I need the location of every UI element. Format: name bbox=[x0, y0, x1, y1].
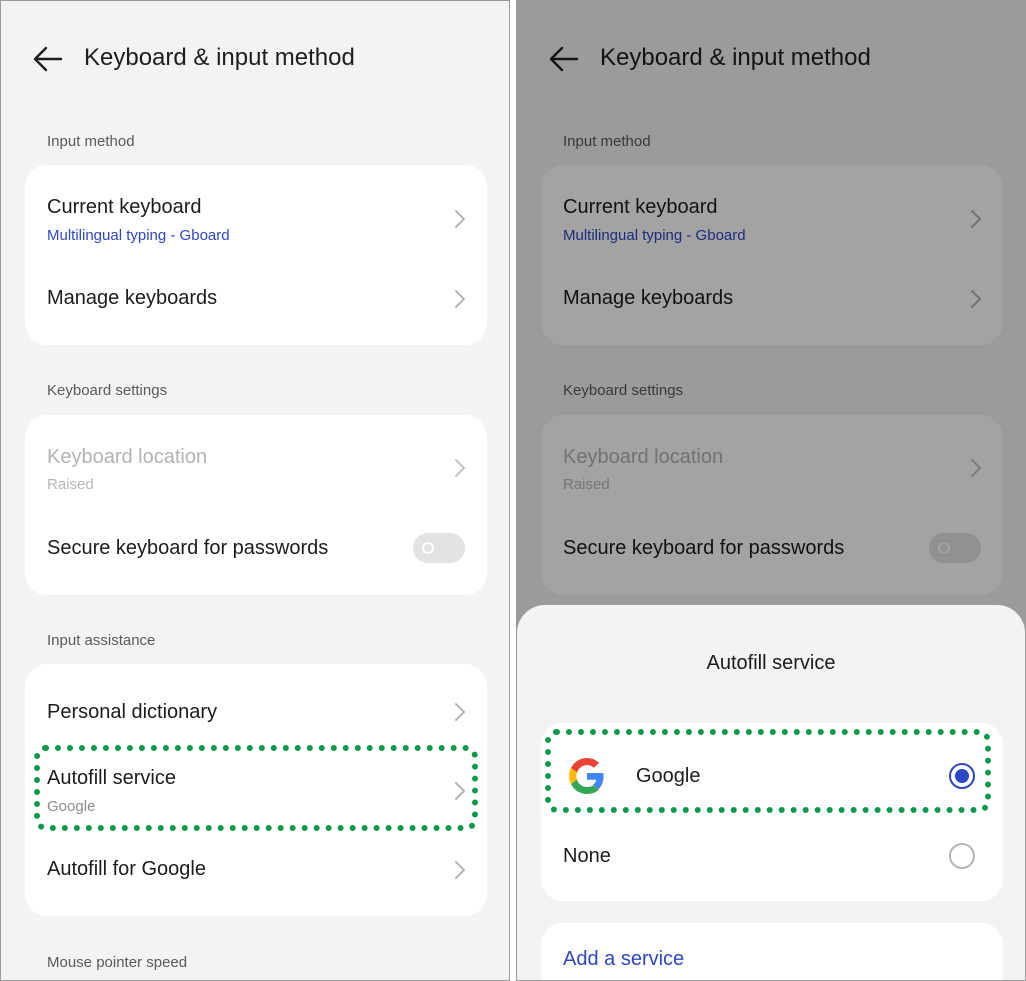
section-label-mouse-pointer: Mouse pointer speed bbox=[47, 954, 188, 971]
manage-keyboards-label: Manage keyboards bbox=[47, 287, 218, 309]
chevron-right-icon bbox=[455, 290, 465, 308]
settings-screen: Keyboard & input method Input method Cur… bbox=[0, 0, 510, 981]
back-arrow-icon[interactable] bbox=[33, 46, 63, 72]
current-keyboard-item[interactable]: Current keyboard Multilingual typing - G… bbox=[25, 165, 487, 261]
chevron-right-icon bbox=[455, 703, 465, 721]
autofill-service-item[interactable]: Autofill service Google bbox=[25, 746, 487, 832]
secure-keyboard-item: Secure keyboard for passwords bbox=[25, 511, 487, 595]
autofill-for-google-item[interactable]: Autofill for Google bbox=[25, 832, 487, 916]
manage-keyboards-item[interactable]: Manage keyboards bbox=[25, 261, 487, 345]
keyboard-settings-card: Keyboard location Raised Secure keyboard… bbox=[25, 415, 487, 595]
keyboard-location-value: Raised bbox=[47, 476, 94, 493]
toggle-knob bbox=[422, 542, 434, 554]
add-service-card: Add a service bbox=[541, 923, 1003, 980]
page-title: Keyboard & input method bbox=[84, 44, 355, 71]
option-google[interactable]: Google bbox=[541, 739, 1003, 811]
option-none[interactable]: None bbox=[541, 819, 1003, 891]
option-none-label: None bbox=[563, 845, 611, 867]
personal-dictionary-label: Personal dictionary bbox=[47, 701, 218, 723]
autofill-service-value: Google bbox=[47, 798, 96, 815]
chevron-right-icon bbox=[455, 459, 465, 477]
keyboard-location-label: Keyboard location bbox=[47, 446, 208, 468]
autofill-for-google-label: Autofill for Google bbox=[47, 858, 206, 880]
section-label-input-assistance: Input assistance bbox=[47, 632, 156, 649]
chevron-right-icon bbox=[455, 210, 465, 228]
autofill-service-label: Autofill service bbox=[47, 767, 176, 789]
chevron-right-icon bbox=[455, 782, 465, 800]
keyboard-location-item: Keyboard location Raised bbox=[25, 415, 487, 511]
current-keyboard-value: Multilingual typing - Gboard bbox=[47, 227, 230, 244]
option-google-label: Google bbox=[636, 765, 701, 787]
settings-screen-with-sheet: Keyboard & input method Input method Cur… bbox=[516, 0, 1026, 981]
app-bar: Keyboard & input method bbox=[1, 31, 509, 87]
section-label-keyboard-settings: Keyboard settings bbox=[47, 382, 168, 399]
section-label-input-method: Input method bbox=[47, 133, 135, 150]
secure-keyboard-toggle[interactable] bbox=[413, 533, 465, 563]
radio-google-selected[interactable] bbox=[949, 763, 975, 789]
radio-none[interactable] bbox=[949, 843, 975, 869]
add-service-link[interactable]: Add a service bbox=[563, 948, 684, 971]
chevron-right-icon bbox=[455, 861, 465, 879]
personal-dictionary-item[interactable]: Personal dictionary bbox=[25, 664, 487, 746]
input-assistance-card: Personal dictionary Autofill service Goo… bbox=[25, 664, 487, 916]
secure-keyboard-label: Secure keyboard for passwords bbox=[47, 537, 329, 559]
autofill-service-sheet: Autofill service Google None Add a servi… bbox=[517, 605, 1025, 980]
autofill-options-card: Google None bbox=[541, 723, 1003, 901]
google-logo-icon bbox=[569, 758, 604, 794]
input-method-card: Current keyboard Multilingual typing - G… bbox=[25, 165, 487, 345]
current-keyboard-label: Current keyboard bbox=[47, 196, 202, 218]
sheet-title: Autofill service bbox=[706, 652, 836, 674]
